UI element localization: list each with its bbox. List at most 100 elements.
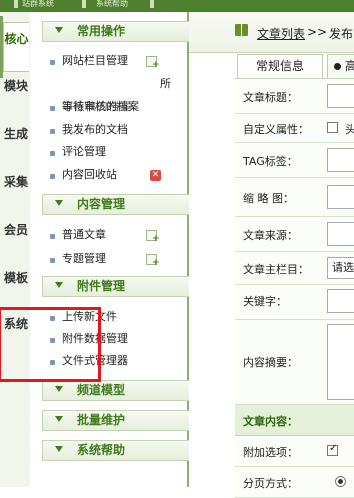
chevron-down-icon: [55, 446, 63, 452]
chevron-down-icon: [55, 416, 63, 422]
vtab-collect[interactable]: 采集: [3, 170, 29, 212]
bullet-icon: [50, 60, 55, 65]
menu-item-column-manage[interactable]: 网站栏目管理: [62, 53, 128, 69]
section-channel-model[interactable]: 频道模型: [42, 380, 211, 401]
vtab-members-label: 会员: [3, 223, 28, 237]
form-row-summary: 内容摘要：: [235, 320, 354, 405]
vtab-generate[interactable]: 生成: [3, 122, 29, 164]
bullet-icon: [50, 151, 55, 156]
bullet-icon: [50, 106, 55, 111]
article-form: 文章标题： 自定义属性： 头 TAG标签： 缩 略 图： 文章来源： 文章主栏目…: [235, 78, 354, 498]
nav-separator: [14, 0, 18, 8]
menu-item-recycle-bin[interactable]: 内容回收站: [62, 167, 117, 183]
main-column-label: 文章主栏目：: [243, 263, 309, 276]
section-common-operations-label: 常用操作: [77, 24, 126, 38]
vtab-modules-label: 模块: [3, 79, 28, 93]
tab-advanced-label: 高: [345, 59, 354, 73]
form-row-tags: TAG标签：: [235, 143, 354, 178]
section-system-help-label: 系统帮助: [77, 443, 126, 457]
section-common-operations[interactable]: 常用操作: [42, 21, 211, 42]
section-batch-maintenance[interactable]: 批量维护: [42, 410, 211, 431]
vtab-core-label: 核心: [4, 32, 29, 46]
section-batch-maintenance-label: 批量维护: [77, 413, 126, 427]
top-navigation-bar: 站群系统 系统帮助: [0, 0, 354, 12]
vtab-templates-label: 模板: [3, 271, 28, 285]
delete-icon[interactable]: ✕: [150, 170, 161, 181]
menu-item-articles[interactable]: 普通文章: [62, 227, 106, 243]
section-content-management-label: 内容管理: [77, 197, 126, 211]
extra-options-checkbox[interactable]: [327, 443, 338, 456]
menu-overlay-text: 所: [160, 77, 171, 90]
vtab-members[interactable]: 会员: [3, 218, 29, 260]
bullet-icon: [50, 234, 55, 239]
chevron-down-icon: [55, 282, 63, 288]
summary-textarea[interactable]: [327, 324, 354, 400]
form-row-custom-attr: 自定义属性： 头: [235, 114, 354, 143]
main-column-select[interactable]: 请选: [327, 257, 354, 279]
breadcrumb-current-page: 发布: [329, 27, 354, 41]
nav-separator: [150, 0, 154, 8]
bullet-icon: [334, 63, 341, 70]
vtab-generate-label: 生成: [3, 127, 28, 141]
menu-item-topics[interactable]: 专题管理: [62, 251, 106, 267]
source-label: 文章来源：: [243, 229, 298, 242]
title-input[interactable]: [327, 84, 354, 108]
vtab-templates[interactable]: 模板: [3, 266, 29, 308]
main-module-tabs: 核心 模块 生成 采集 会员 模板 系统: [0, 12, 31, 487]
form-row-thumbnail: 缩 略 图：: [235, 178, 354, 217]
vtab-collect-label: 采集: [3, 175, 28, 189]
add-icon[interactable]: [146, 254, 160, 268]
highlight-annotation-box: [0, 307, 101, 382]
thumbnail-label: 缩 略 图：: [243, 192, 294, 205]
form-row-main-column: 文章主栏目： 请选: [235, 252, 354, 285]
pagination-label: 分页方式：: [243, 477, 298, 490]
section-attachment-management[interactable]: 附件管理: [42, 276, 211, 297]
form-row-pagination: 分页方式：: [235, 467, 354, 498]
custom-attribute-checkbox[interactable]: [327, 122, 338, 133]
chevron-down-icon: [55, 200, 63, 206]
tag-label: TAG标签：: [243, 155, 298, 168]
keywords-label: 关键字：: [243, 295, 287, 308]
form-row-extra-options: 附加选项：: [235, 436, 354, 467]
breadcrumb-article-list-link[interactable]: 文章列表: [257, 25, 305, 42]
tag-input[interactable]: [327, 148, 354, 172]
nav-separator: [82, 0, 86, 8]
menu-item-pending-review-overlap: 审核稿的档案: [62, 100, 131, 113]
extra-options-label: 附加选项：: [243, 446, 298, 459]
add-icon[interactable]: [146, 230, 160, 244]
vtab-core[interactable]: 核心: [3, 22, 29, 72]
section-attachment-management-label: 附件管理: [77, 279, 126, 293]
summary-label: 内容摘要：: [243, 356, 298, 369]
chevron-down-icon: [55, 386, 63, 392]
tab-advanced[interactable]: 高: [327, 54, 354, 78]
section-content-management[interactable]: 内容管理: [42, 194, 211, 215]
menu-item-my-documents[interactable]: 我发布的文档: [62, 122, 128, 138]
book-icon: [235, 24, 248, 36]
keywords-input[interactable]: [327, 289, 354, 313]
bullet-icon: [50, 174, 55, 179]
vtab-modules[interactable]: 模块: [3, 74, 29, 116]
custom-attribute-label: 自定义属性：: [243, 123, 309, 136]
form-row-source: 文章来源：: [235, 217, 354, 252]
content-section-title: 文章内容：: [243, 415, 298, 428]
menu-item-comments[interactable]: 评论管理: [62, 144, 106, 160]
section-system-help[interactable]: 系统帮助: [42, 440, 211, 461]
pagination-radio[interactable]: [335, 476, 346, 487]
title-label: 文章标题：: [243, 91, 298, 104]
custom-attribute-option-label: 头: [345, 123, 354, 136]
form-row-title: 文章标题：: [235, 79, 354, 114]
add-icon[interactable]: [146, 56, 160, 70]
top-nav-item-help[interactable]: 系统帮助: [96, 0, 128, 8]
tab-general-info[interactable]: 常规信息: [237, 54, 323, 78]
tab-general-info-label: 常规信息: [255, 59, 304, 73]
source-input[interactable]: [327, 222, 354, 246]
breadcrumb-separator: >>: [307, 25, 328, 39]
form-row-keywords: 关键字：: [235, 285, 354, 320]
breadcrumb: 文章列表 >> 发布: [189, 12, 354, 53]
thumbnail-input[interactable]: [327, 185, 354, 209]
chevron-down-icon: [55, 27, 63, 33]
bullet-icon: [50, 258, 55, 263]
top-nav-item-site-group[interactable]: 站群系统: [22, 0, 54, 8]
section-channel-model-label: 频道模型: [77, 383, 126, 397]
side-menu-panel: 常用操作 网站栏目管理 所 等待审核的档案 审核稿的档案 我发布的文档 评论管理…: [30, 12, 211, 487]
